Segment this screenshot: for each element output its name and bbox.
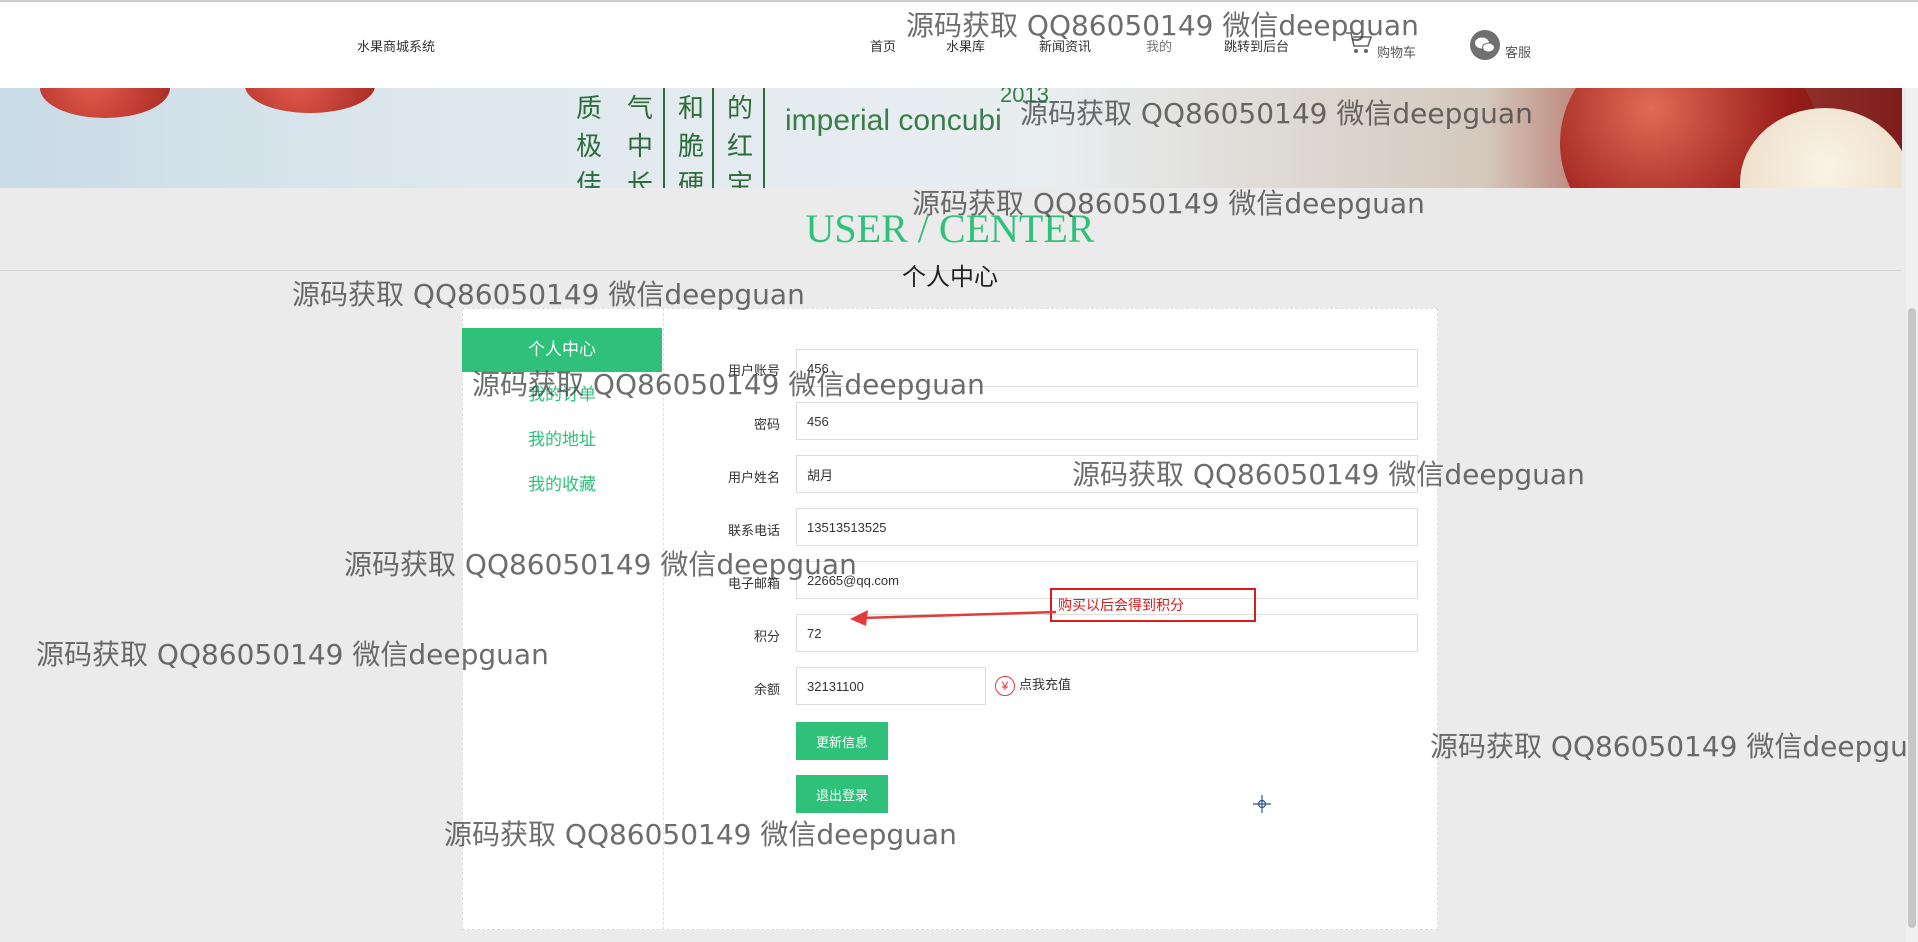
- nav-mine[interactable]: 我的: [1146, 36, 1172, 55]
- scrollbar-thumb[interactable]: [1908, 308, 1916, 928]
- nav-cart[interactable]: 购物车: [1377, 42, 1416, 61]
- banner-poem-col: 和脆硬: [677, 94, 704, 188]
- email-label: 电子邮箱: [727, 576, 780, 591]
- logout-button[interactable]: 退出登录: [796, 775, 888, 813]
- apple-graphic: [245, 88, 375, 113]
- brand-name[interactable]: 水果商城系统: [357, 36, 435, 55]
- sidebar-item-orders[interactable]: 我的订单: [462, 373, 662, 417]
- yen-icon: ¥: [995, 675, 1015, 696]
- sidebar-item-address[interactable]: 我的地址: [462, 418, 662, 462]
- sidebar-item-user-center[interactable]: 个人中心: [462, 328, 662, 372]
- wechat-icon[interactable]: [1470, 30, 1500, 60]
- points-label: 积分: [753, 629, 780, 644]
- crosshair-icon: [1253, 795, 1271, 813]
- banner-poem-col: 的红宝: [726, 94, 753, 188]
- balance-label: 余额: [753, 682, 780, 697]
- phone-label: 联系电话: [727, 523, 780, 538]
- banner-divider: [712, 88, 714, 188]
- top-nav: 水果商城系统 首页 水果库 新闻资讯 我的 跳转到后台 购物车 客服: [0, 0, 1918, 88]
- banner-year: 2013: [1000, 88, 1049, 107]
- sidebar-item-favorites[interactable]: 我的收藏: [462, 463, 662, 507]
- recharge-link[interactable]: ¥ 点我充值: [995, 674, 1071, 696]
- account-label: 用户账号: [727, 363, 780, 378]
- name-label: 用户姓名: [727, 470, 780, 485]
- update-info-button[interactable]: 更新信息: [796, 722, 888, 760]
- arrow-icon: [850, 610, 1057, 626]
- page-scrollbar[interactable]: [1906, 88, 1918, 942]
- apple-graphic: [40, 88, 170, 118]
- nav-news[interactable]: 新闻资讯: [1039, 36, 1091, 55]
- points-annotation: 购买以后会得到积分: [1050, 588, 1256, 622]
- banner-text: imperial concubi: [785, 104, 1002, 137]
- password-field[interactable]: [796, 402, 1418, 440]
- password-label: 密码: [753, 417, 780, 432]
- nav-fruit-library[interactable]: 水果库: [946, 36, 985, 55]
- nav-backend[interactable]: 跳转到后台: [1224, 36, 1289, 55]
- phone-field[interactable]: [796, 508, 1418, 546]
- user-sidebar: 个人中心 我的订单 我的地址 我的收藏: [462, 308, 664, 930]
- nav-service[interactable]: 客服: [1505, 42, 1531, 61]
- balance-field[interactable]: [796, 667, 986, 705]
- cart-icon[interactable]: [1345, 30, 1373, 56]
- banner-image: 质极佳 气中长 和脆硬 的红宝 imperial concubi 2013: [0, 88, 1902, 188]
- watermark-text: 源码获取 QQ86050149 微信deepguan: [1430, 730, 1906, 763]
- banner-poem-col: 质极佳: [575, 94, 602, 188]
- account-field[interactable]: [796, 349, 1418, 387]
- recharge-label: 点我充值: [1019, 677, 1072, 692]
- page-title: USER / CENTER: [805, 206, 1095, 251]
- nav-home[interactable]: 首页: [870, 36, 896, 55]
- name-field[interactable]: [796, 455, 1418, 493]
- page-subtitle: 个人中心: [902, 264, 998, 291]
- banner-divider: [763, 88, 765, 188]
- banner-poem-col: 气中长: [626, 94, 653, 188]
- banner-divider: [663, 88, 665, 188]
